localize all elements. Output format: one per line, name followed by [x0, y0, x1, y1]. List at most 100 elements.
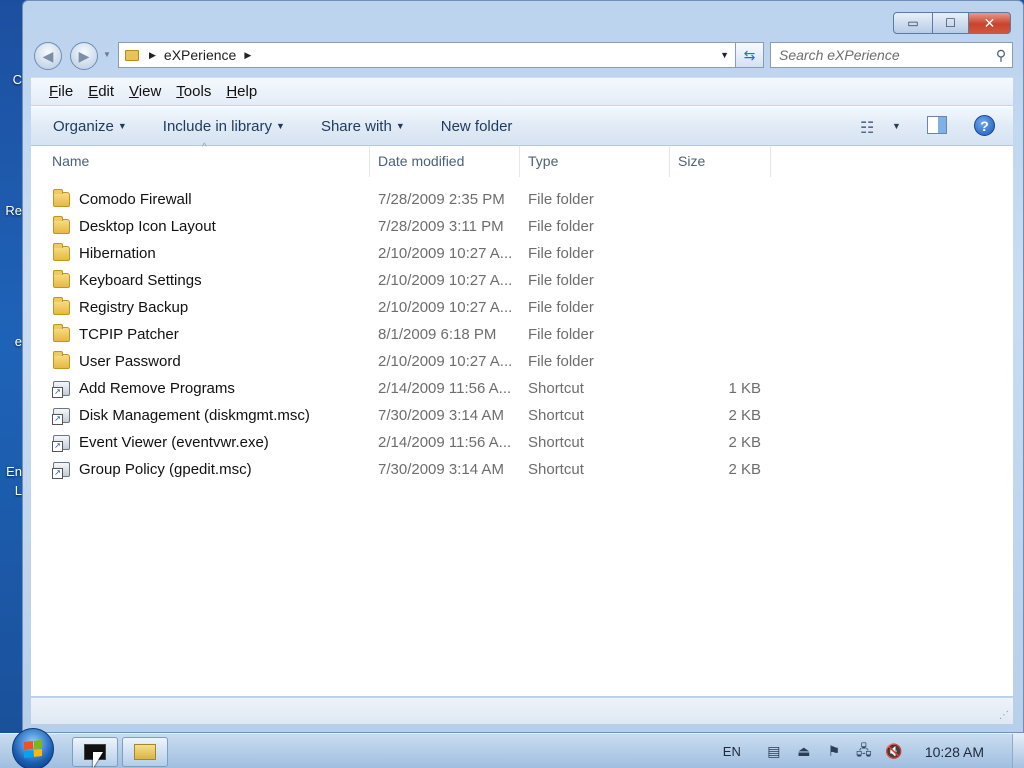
sort-ascending-icon: ^ — [202, 142, 207, 153]
back-button[interactable]: ◀ — [34, 42, 62, 70]
file-row[interactable]: Hibernation 2/10/2009 10:27 A... File fold… — [31, 240, 1013, 267]
file-type: Shortcut — [528, 380, 584, 397]
taskbar-app-explorer[interactable] — [122, 737, 168, 767]
desktop-icon-label-fragment: En — [6, 464, 22, 479]
breadcrumb-segment[interactable]: eXPerience — [164, 47, 236, 63]
column-name-label: Name — [52, 153, 90, 169]
taskbar: EN ▤ ⏏ ⚑ 🖧 🔇 10:28 AM — [0, 728, 1024, 768]
breadcrumb-chevron-icon[interactable]: ▶ — [149, 50, 156, 61]
file-size — [671, 240, 761, 267]
clock[interactable]: 10:28 AM — [925, 744, 984, 760]
file-row[interactable]: Keyboard Settings 2/10/2009 10:27 A... Fil… — [31, 267, 1013, 294]
menu-tools[interactable]: Tools — [176, 83, 211, 100]
file-list: Name ^ Date modified Type Size Comodo Fi… — [31, 142, 1013, 696]
close-icon: ✕ — [983, 14, 996, 31]
menu-help[interactable]: Help — [226, 83, 257, 100]
organize-button[interactable]: Organize ▼ — [53, 118, 127, 135]
file-date: 2/10/2009 10:27 A... — [378, 245, 513, 262]
menu-file-label: ile — [58, 83, 74, 100]
file-type: File folder — [528, 353, 594, 370]
status-bar: ⋰ — [31, 697, 1013, 724]
command-bar: Organize ▼ Include in library ▼ Share with… — [31, 106, 1013, 146]
file-rows: Comodo Firewall 7/28/2009 2:35 PM File fol… — [31, 186, 1013, 483]
menu-tools-label: ools — [183, 83, 212, 100]
caption-buttons: ▭ ☐ ✕ — [893, 12, 1011, 34]
column-header-date[interactable]: Date modified — [370, 146, 520, 177]
start-button[interactable] — [12, 728, 54, 768]
folder-icon — [125, 49, 139, 61]
change-view-button[interactable]: ☷ — [860, 118, 874, 138]
desktop-icon-label-fragment: Re — [5, 203, 22, 218]
menu-view[interactable]: View — [129, 83, 161, 100]
file-name: Disk Management (diskmgmt.msc) — [79, 407, 310, 424]
search-input[interactable]: Search eXPerience — [771, 47, 990, 63]
breadcrumb-chevron-icon[interactable]: ▶ — [244, 50, 251, 61]
file-row[interactable]: Group Policy (gpedit.msc) 7/30/2009 3:14 … — [31, 456, 1013, 483]
search-icon[interactable]: ⚲ — [990, 47, 1012, 64]
file-type: Shortcut — [528, 461, 584, 478]
column-date-label: Date modified — [378, 153, 465, 169]
file-row[interactable]: Event Viewer (eventvwr.exe) 2/14/2009 11:… — [31, 429, 1013, 456]
file-size: 1 KB — [728, 380, 761, 397]
column-type-label: Type — [528, 153, 559, 169]
share-with-button[interactable]: Share with ▼ — [321, 118, 405, 135]
help-icon: ? — [980, 117, 989, 134]
include-in-library-button[interactable]: Include in library ▼ — [163, 118, 285, 135]
view-options-dropdown[interactable]: ▼ — [892, 121, 901, 131]
file-size — [671, 186, 761, 213]
language-indicator[interactable]: EN — [723, 744, 741, 759]
action-center-flag-icon[interactable]: ⚑ — [825, 743, 843, 761]
file-row[interactable]: Disk Management (diskmgmt.msc) 7/30/2009 … — [31, 402, 1013, 429]
column-header-size[interactable]: Size — [670, 146, 771, 177]
address-bar[interactable]: ▶ eXPerience ▶ ▼ — [118, 42, 736, 68]
file-name: TCPIP Patcher — [79, 326, 179, 343]
forward-button[interactable]: ▶ — [70, 42, 98, 70]
menu-view-accel: V — [129, 83, 139, 100]
menu-tools-accel: T — [176, 83, 184, 100]
new-folder-button[interactable]: New folder — [441, 118, 513, 135]
resize-grip-icon[interactable]: ⋰ — [999, 710, 1009, 721]
organize-label: Organize — [53, 117, 114, 135]
file-row[interactable]: Add Remove Programs 2/14/2009 11:56 A... S… — [31, 375, 1013, 402]
volume-muted-icon[interactable]: 🔇 — [885, 743, 903, 761]
column-header-type[interactable]: Type — [520, 146, 670, 177]
menu-view-label: iew — [138, 83, 162, 100]
close-button[interactable]: ✕ — [969, 12, 1011, 34]
file-name: Keyboard Settings — [79, 272, 202, 289]
column-header-name[interactable]: Name — [44, 146, 370, 177]
file-date: 2/14/2009 11:56 A... — [378, 380, 512, 397]
show-desktop-button[interactable] — [1012, 734, 1024, 768]
minimize-button[interactable]: ▭ — [893, 12, 933, 34]
column-headers: Name ^ Date modified Type Size — [31, 142, 1013, 177]
file-name: Hibernation — [79, 245, 156, 262]
chevron-down-icon: ▼ — [117, 120, 127, 131]
file-name: Add Remove Programs — [79, 380, 235, 397]
recent-pages-dropdown[interactable]: ▼ — [103, 50, 111, 59]
desktop-icon-label-fragment: e — [14, 334, 22, 349]
system-tray: EN ▤ ⏏ ⚑ 🖧 🔇 10:28 AM — [723, 734, 1024, 768]
menu-edit[interactable]: Edit — [88, 83, 114, 100]
file-row[interactable]: Desktop Icon Layout 7/28/2009 3:11 PM File… — [31, 213, 1013, 240]
help-button[interactable]: ? — [974, 115, 995, 136]
file-date: 7/30/2009 3:14 AM — [378, 461, 504, 478]
document-icon[interactable]: ▤ — [765, 743, 783, 761]
safely-remove-hardware-icon[interactable]: ⏏ — [795, 743, 813, 761]
menu-file[interactable]: File — [49, 83, 73, 100]
windows-logo-icon — [24, 740, 42, 758]
refresh-button[interactable]: ⇆ — [736, 42, 764, 68]
file-date: 2/10/2009 10:27 A... — [378, 353, 513, 370]
search-box[interactable]: Search eXPerience ⚲ — [770, 42, 1013, 68]
menu-file-accel: F — [49, 83, 59, 100]
file-row[interactable]: User Password 2/10/2009 10:27 A... File fo… — [31, 348, 1013, 375]
file-row[interactable]: Comodo Firewall 7/28/2009 2:35 PM File fol… — [31, 186, 1013, 213]
file-row[interactable]: TCPIP Patcher 8/1/2009 6:18 PM File folder — [31, 321, 1013, 348]
shortcut-icon — [52, 408, 70, 425]
file-row[interactable]: Registry Backup 2/10/2009 10:27 A... File … — [31, 294, 1013, 321]
address-history-dropdown[interactable]: ▼ — [720, 50, 729, 60]
file-date: 7/30/2009 3:14 AM — [378, 407, 504, 424]
preview-pane-button[interactable] — [927, 116, 947, 134]
file-size: 2 KB — [728, 434, 761, 451]
file-type: File folder — [528, 218, 594, 235]
network-icon[interactable]: 🖧 — [855, 742, 873, 761]
maximize-button[interactable]: ☐ — [933, 12, 969, 34]
